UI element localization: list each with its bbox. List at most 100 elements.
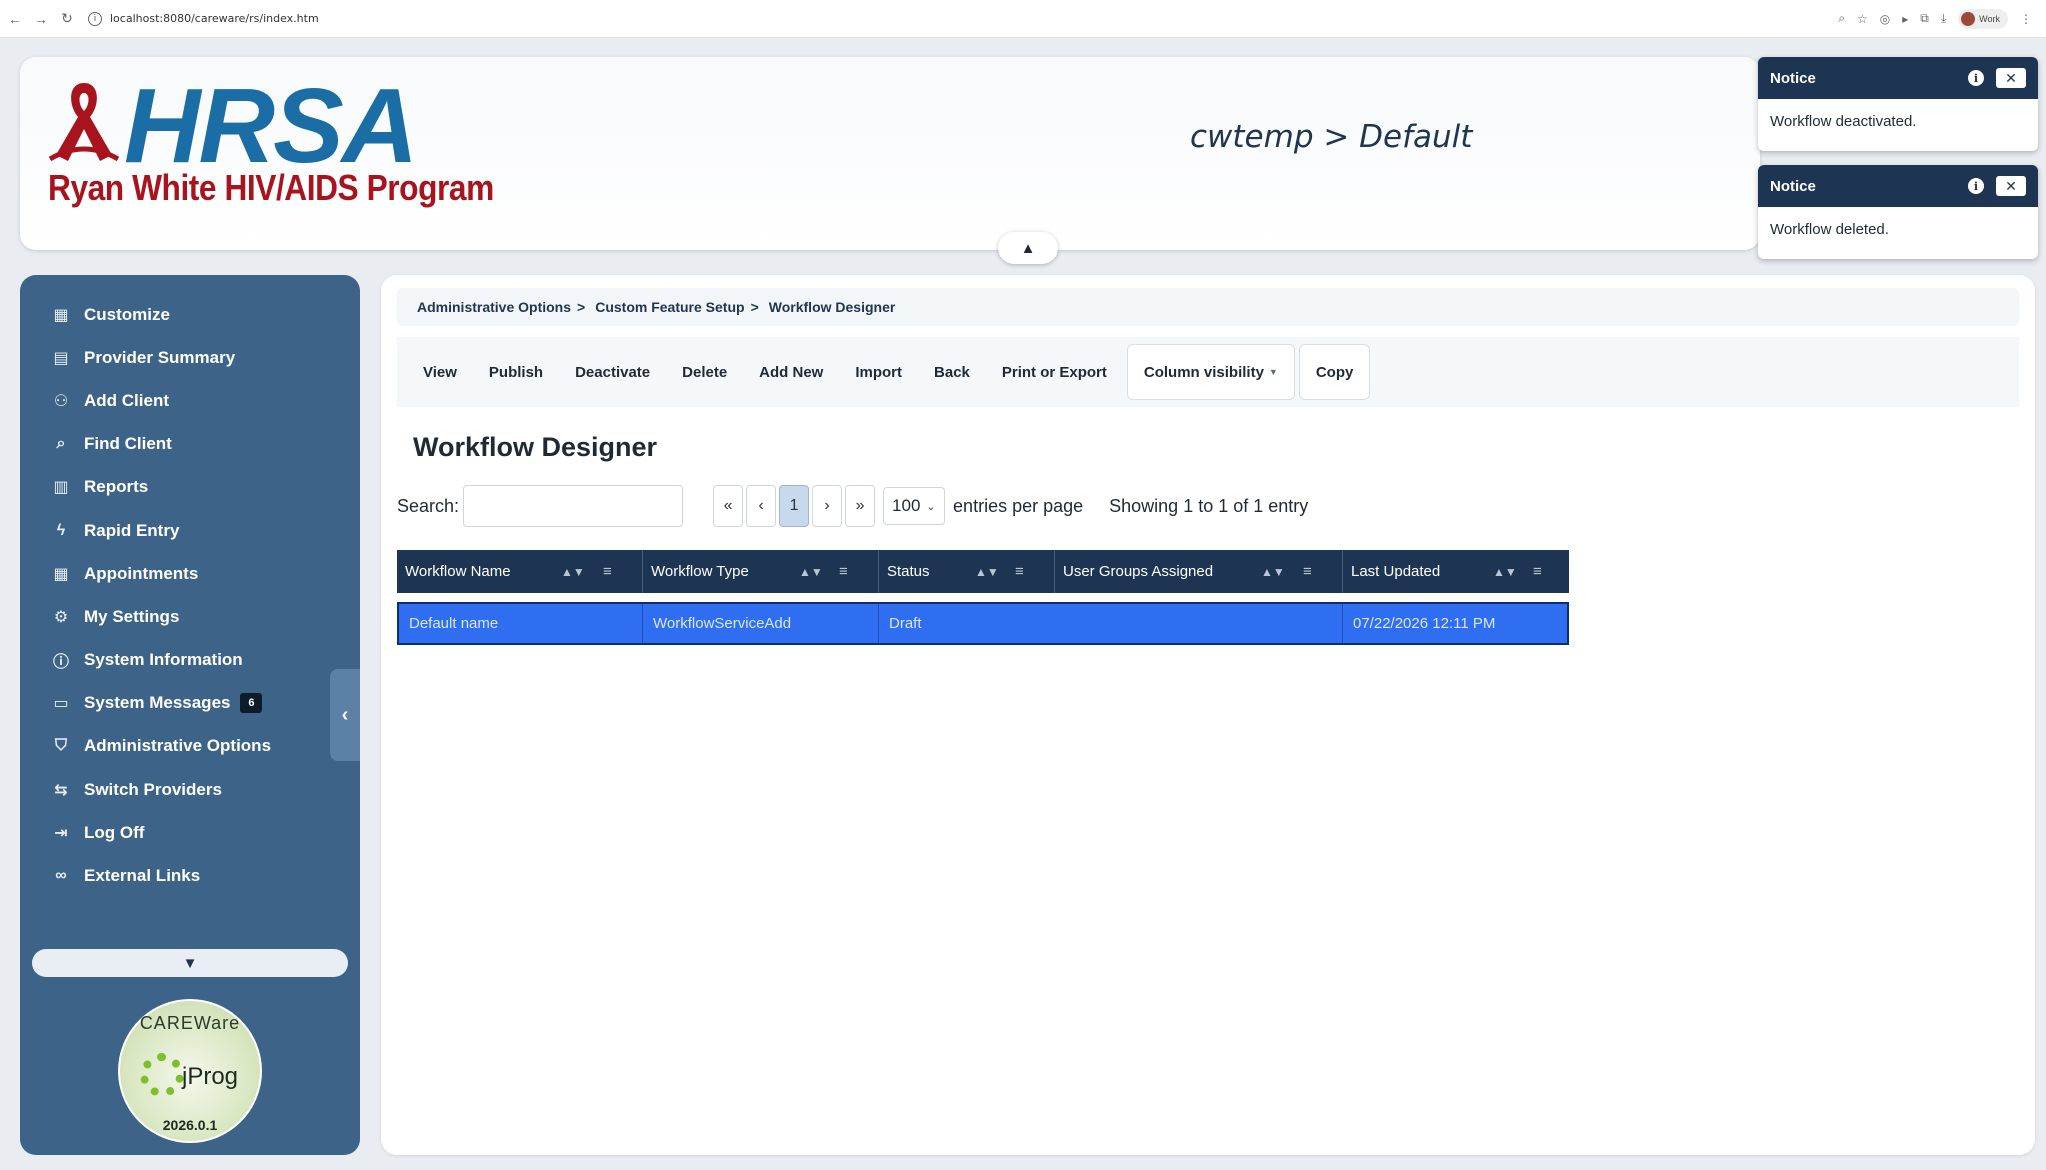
sort-icon[interactable]: ▲▼ — [975, 565, 999, 579]
zoom-icon[interactable]: ⌕ — [1838, 11, 1845, 26]
close-notice-button[interactable]: ✕ — [1996, 176, 2026, 196]
column-menu-icon[interactable]: ≡ — [1303, 563, 1312, 580]
bolt-icon: ϟ — [56, 521, 66, 539]
caret-down-icon: ▼ — [182, 954, 198, 972]
back-button[interactable]: Back — [918, 352, 986, 392]
showing-info: Showing 1 to 1 of 1 entry — [1109, 495, 1309, 516]
sidebar-item-label: System Messages — [84, 693, 231, 713]
collapse-sidebar-button[interactable]: ‹ — [330, 669, 360, 761]
column-label: Last Updated — [1351, 563, 1441, 580]
sidebar-item-system-information[interactable]: ⓘ System Information — [20, 639, 360, 682]
extension-icon[interactable]: ◎ — [1880, 12, 1890, 26]
column-menu-icon[interactable]: ≡ — [839, 563, 848, 580]
publish-button[interactable]: Publish — [473, 352, 559, 392]
copy-button[interactable]: Copy — [1298, 344, 1371, 400]
bookmark-star-icon[interactable]: ☆ — [1857, 12, 1868, 26]
address-bar[interactable]: i localhost:8080/careware/rs/index.htm — [88, 6, 1738, 32]
column-header-workflow-name[interactable]: Workflow Name ▲▼ ≡ — [397, 550, 643, 593]
column-header-status[interactable]: Status ▲▼ ≡ — [879, 550, 1055, 593]
page-1-button[interactable]: 1 — [779, 485, 810, 527]
page-title: Workflow Designer — [413, 432, 658, 462]
cell-status: Draft — [889, 615, 922, 632]
sidebar-item-provider-summary[interactable]: ▤ Provider Summary — [20, 336, 360, 379]
sort-icon[interactable]: ▲▼ — [1261, 565, 1285, 579]
sidebar: ▦ Customize ▤ Provider Summary ⚇ Add Cli… — [20, 275, 360, 1155]
table-row[interactable]: Default name WorkflowServiceAdd Draft 07… — [397, 602, 1569, 645]
browser-menu-icon[interactable]: ⋮ — [2020, 12, 2032, 26]
first-page-button[interactable]: « — [713, 485, 744, 527]
info-icon[interactable]: i — [1968, 70, 1984, 86]
sidebar-item-label: Administrative Options — [84, 736, 272, 756]
sidebar-item-system-messages[interactable]: ▭ System Messages 6 — [20, 682, 360, 725]
action-toolbar: View Publish Deactivate Delete Add New I… — [397, 337, 2019, 407]
puzzle-icon[interactable]: ⧉ — [1920, 11, 1929, 26]
back-arrow-icon[interactable]: ← — [4, 8, 26, 30]
reload-icon[interactable]: ↻ — [56, 8, 78, 30]
view-button[interactable]: View — [407, 352, 473, 392]
sidebar-item-customize[interactable]: ▦ Customize — [20, 293, 360, 336]
sidebar-item-label: Rapid Entry — [84, 520, 180, 540]
column-visibility-label: Column visibility — [1143, 363, 1264, 381]
last-page-button[interactable]: » — [845, 485, 876, 527]
search-input[interactable] — [463, 485, 684, 527]
sidebar-item-add-client[interactable]: ⚇ Add Client — [20, 379, 360, 422]
delete-button[interactable]: Delete — [666, 352, 743, 392]
search-label: Search: — [397, 495, 460, 516]
profile-button[interactable]: Work — [1958, 8, 2008, 29]
prev-page-button[interactable]: ‹ — [746, 485, 777, 527]
sidebar-item-log-off[interactable]: ⇥ Log Off — [20, 811, 360, 854]
column-visibility-button[interactable]: Column visibility ▼ — [1126, 344, 1295, 400]
layout-icon: ▦ — [53, 565, 69, 583]
sidebar-item-label: System Information — [84, 650, 243, 670]
import-button[interactable]: Import — [839, 352, 918, 392]
column-header-last-updated[interactable]: Last Updated ▲▼ ≡ — [1343, 550, 1569, 593]
close-icon: ✕ — [2005, 69, 2017, 86]
column-header-workflow-type[interactable]: Workflow Type ▲▼ ≡ — [643, 550, 879, 593]
sidebar-item-rapid-entry[interactable]: ϟ Rapid Entry — [20, 509, 360, 552]
column-menu-icon[interactable]: ≡ — [1015, 563, 1024, 580]
add-user-icon: ⚇ — [53, 392, 69, 410]
pagination: « ‹ 1 › » — [713, 485, 876, 527]
column-menu-icon[interactable]: ≡ — [1533, 563, 1542, 580]
column-menu-icon[interactable]: ≡ — [603, 563, 612, 580]
forward-arrow-icon[interactable]: → — [30, 8, 52, 30]
add-new-button[interactable]: Add New — [743, 352, 839, 392]
sort-icon[interactable]: ▲▼ — [561, 565, 585, 579]
column-label: Workflow Name — [405, 563, 511, 580]
deactivate-button[interactable]: Deactivate — [559, 352, 666, 392]
column-header-user-groups[interactable]: User Groups Assigned ▲▼ ≡ — [1055, 550, 1343, 593]
sidebar-scroll-down-button[interactable]: ▼ — [32, 949, 348, 977]
print-export-button[interactable]: Print or Export — [986, 352, 1123, 392]
caret-down-icon: ▼ — [1268, 367, 1278, 377]
sidebar-item-reports[interactable]: ▥ Reports — [20, 466, 360, 509]
column-label: User Groups Assigned — [1063, 563, 1214, 580]
sidebar-item-administrative-options[interactable]: ⛉ Administrative Options — [20, 725, 360, 768]
sidebar-item-my-settings[interactable]: ⚙ My Settings — [20, 595, 360, 638]
notice-title: Notice — [1770, 69, 1816, 87]
sidebar-item-label: Customize — [84, 304, 170, 324]
sidebar-item-find-client[interactable]: ⌕ Find Client — [20, 423, 360, 466]
profile-label: Work — [1979, 13, 2000, 24]
sort-icon[interactable]: ▲▼ — [799, 565, 823, 579]
sidebar-item-label: Provider Summary — [84, 347, 236, 367]
entries-per-page-select[interactable]: 100 ⌄ — [883, 487, 946, 525]
column-label: Workflow Type — [651, 563, 749, 580]
collapse-header-button[interactable]: ▲ — [998, 232, 1058, 264]
sidebar-item-external-links[interactable]: ∞ External Links — [20, 854, 360, 897]
sidebar-item-switch-providers[interactable]: ⇆ Switch Providers — [20, 768, 360, 811]
browser-toolbar: ← → ↻ i localhost:8080/careware/rs/index… — [0, 0, 2046, 38]
cell-last-updated: 07/22/2026 12:11 PM — [1353, 615, 1496, 632]
download-icon[interactable]: ⤓ — [1941, 11, 1946, 26]
info-icon[interactable]: i — [1968, 178, 1984, 194]
breadcrumb-item[interactable]: Administrative Options — [417, 299, 571, 315]
close-notice-button[interactable]: ✕ — [1996, 68, 2026, 88]
info-icon: ⓘ — [52, 654, 69, 672]
sort-icon[interactable]: ▲▼ — [1493, 565, 1517, 579]
sidebar-item-label: Reports — [84, 477, 149, 497]
sidebar-item-label: Switch Providers — [84, 779, 222, 799]
media-icon[interactable]: ▸ — [1902, 12, 1908, 26]
breadcrumb-item[interactable]: Custom Feature Setup — [595, 299, 744, 315]
next-page-button[interactable]: › — [812, 485, 843, 527]
sidebar-item-appointments[interactable]: ▦ Appointments — [20, 552, 360, 595]
site-info-icon[interactable]: i — [88, 11, 102, 26]
